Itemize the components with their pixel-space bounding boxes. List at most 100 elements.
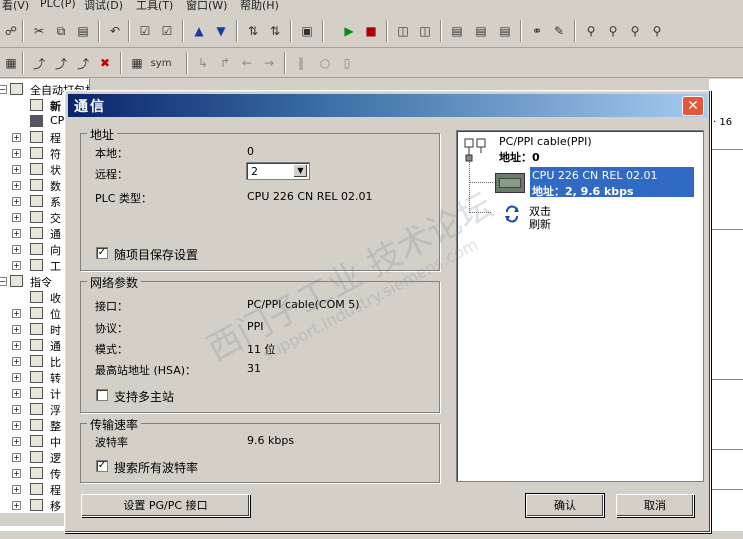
- remove-bookmarks-icon[interactable]: ✖: [96, 54, 114, 72]
- menu-tools[interactable]: 工具(T): [136, 0, 173, 13]
- force-icon[interactable]: ▤: [496, 22, 514, 40]
- hsa-label: 最高站地址 (HSA)：: [95, 364, 197, 377]
- sort-ascending-icon[interactable]: ⇅: [244, 22, 262, 40]
- remote-address-value: 2: [251, 165, 258, 178]
- lock-icon[interactable]: ⚲: [582, 22, 600, 40]
- collapse-icon[interactable]: −: [0, 85, 7, 94]
- baud-rate-value: 9.6 kbps: [247, 434, 295, 447]
- contact-icon[interactable]: ‖: [292, 54, 310, 72]
- expand-icon[interactable]: +: [12, 341, 21, 350]
- program-status-icon[interactable]: ◫: [394, 22, 412, 40]
- toggle-bookmark-icon[interactable]: ⤴: [74, 54, 92, 72]
- mode-value: 11 位: [247, 343, 276, 356]
- expand-icon[interactable]: +: [12, 245, 21, 254]
- print-preview-icon[interactable]: ☍: [2, 22, 20, 40]
- line-up-icon[interactable]: ↱: [216, 54, 234, 72]
- expand-icon[interactable]: +: [12, 373, 21, 382]
- unlock-all-icon[interactable]: ⚲: [648, 22, 666, 40]
- ok-button[interactable]: 确认: [525, 493, 605, 518]
- delete-network-icon[interactable]: ⤴: [52, 54, 70, 72]
- close-icon: ✕: [687, 98, 699, 114]
- compile-all-icon[interactable]: ☑: [158, 22, 176, 40]
- menu-view[interactable]: 看(V): [2, 0, 29, 13]
- chevron-down-icon[interactable]: ▼: [293, 164, 308, 178]
- expand-icon[interactable]: +: [12, 133, 21, 142]
- stop-icon[interactable]: ■: [362, 22, 380, 40]
- expand-icon[interactable]: +: [12, 181, 21, 190]
- tree-scrollbar[interactable]: [0, 512, 66, 526]
- communication-dialog: 通信 ✕ 地址 本地： 0 远程： PLC 类型： CPU 226 CN REL…: [64, 90, 711, 533]
- menu-window[interactable]: 窗口(W): [186, 0, 227, 13]
- pencil-icon[interactable]: ✎: [550, 22, 568, 40]
- expand-icon[interactable]: +: [12, 229, 21, 238]
- lock-read-icon[interactable]: ⚲: [626, 22, 644, 40]
- dialog-titlebar[interactable]: 通信 ✕: [68, 94, 707, 117]
- expand-icon[interactable]: +: [12, 309, 21, 318]
- local-value: 0: [247, 145, 254, 158]
- menu-debug[interactable]: 调试(D): [84, 0, 123, 13]
- menu-help[interactable]: 帮助(H): [240, 0, 279, 13]
- mode-label: 模式：: [95, 343, 128, 356]
- folder-icon: [30, 163, 43, 175]
- expand-icon[interactable]: +: [12, 469, 21, 478]
- keyboard-icon[interactable]: ▦: [2, 54, 20, 72]
- expand-icon[interactable]: +: [12, 437, 21, 446]
- table-icon[interactable]: ▤: [472, 22, 490, 40]
- coil-icon[interactable]: ○: [316, 54, 334, 72]
- expand-icon[interactable]: +: [12, 485, 21, 494]
- collapse-icon[interactable]: −: [0, 277, 7, 286]
- plc-type-value: CPU 226 CN REL 02.01: [247, 190, 373, 203]
- unlock-icon[interactable]: ⚲: [604, 22, 622, 40]
- download-icon[interactable]: ▼: [212, 22, 230, 40]
- project-icon: [10, 83, 23, 95]
- undo-icon[interactable]: ↶: [106, 22, 124, 40]
- network-view-panel: PC/PPI cable(PPI) 地址：0 CPU 226 CN REL 02…: [456, 130, 704, 482]
- menu-plc[interactable]: PLC(P): [40, 0, 76, 10]
- expand-icon[interactable]: +: [12, 405, 21, 414]
- expand-icon[interactable]: +: [12, 325, 21, 334]
- expand-icon[interactable]: +: [12, 261, 21, 270]
- expand-icon[interactable]: +: [12, 165, 21, 174]
- expand-icon[interactable]: +: [12, 389, 21, 398]
- glasses-icon[interactable]: ⚭: [528, 22, 546, 40]
- cpu-node[interactable]: CPU 226 CN REL 02.01 地址：2, 9.6 kbps: [530, 167, 694, 198]
- expand-icon[interactable]: +: [12, 213, 21, 222]
- editor-pane: · 16: [709, 79, 743, 531]
- upload-icon[interactable]: ▲: [190, 22, 208, 40]
- line-right-icon[interactable]: →: [260, 54, 278, 72]
- sym-icon[interactable]: sym: [150, 54, 172, 72]
- refresh-icon[interactable]: [503, 205, 521, 223]
- copy-icon[interactable]: ⧉: [52, 22, 70, 40]
- compile-icon[interactable]: ☑: [136, 22, 154, 40]
- expand-icon[interactable]: +: [12, 197, 21, 206]
- symbol-table-icon[interactable]: ▦: [128, 54, 146, 72]
- folder-icon: [30, 307, 43, 319]
- cut-icon[interactable]: ✂: [30, 22, 48, 40]
- remote-label: 远程：: [95, 168, 128, 181]
- status-chart-icon[interactable]: ◫: [416, 22, 434, 40]
- set-pgpc-interface-button[interactable]: 设置 PG/PC 接口: [81, 494, 250, 517]
- cancel-button[interactable]: 取消: [616, 494, 694, 517]
- close-button[interactable]: ✕: [682, 96, 704, 116]
- box-icon[interactable]: ▯: [338, 54, 356, 72]
- sort-descending-icon[interactable]: ⇅: [266, 22, 284, 40]
- folder-icon: [30, 387, 43, 399]
- insert-network-icon[interactable]: ⤴: [30, 54, 48, 72]
- folder-icon: [30, 147, 43, 159]
- folder-icon: [30, 291, 43, 303]
- expand-icon[interactable]: +: [12, 357, 21, 366]
- expand-icon[interactable]: +: [12, 149, 21, 158]
- chart-icon[interactable]: ▤: [448, 22, 466, 40]
- run-icon[interactable]: ▶: [340, 22, 358, 40]
- options-icon[interactable]: ▣: [298, 22, 316, 40]
- pc-ppi-cable-icon: [463, 137, 489, 162]
- expand-icon[interactable]: +: [12, 421, 21, 430]
- folder-icon: [30, 371, 43, 383]
- paste-icon[interactable]: ▤: [74, 22, 92, 40]
- remote-address-select[interactable]: 2 ▼: [246, 162, 310, 180]
- line-down-icon[interactable]: ↳: [194, 54, 212, 72]
- interface-value: PC/PPI cable(COM 5): [247, 298, 360, 311]
- expand-icon[interactable]: +: [12, 501, 21, 510]
- line-left-icon[interactable]: ←: [238, 54, 256, 72]
- expand-icon[interactable]: +: [12, 453, 21, 462]
